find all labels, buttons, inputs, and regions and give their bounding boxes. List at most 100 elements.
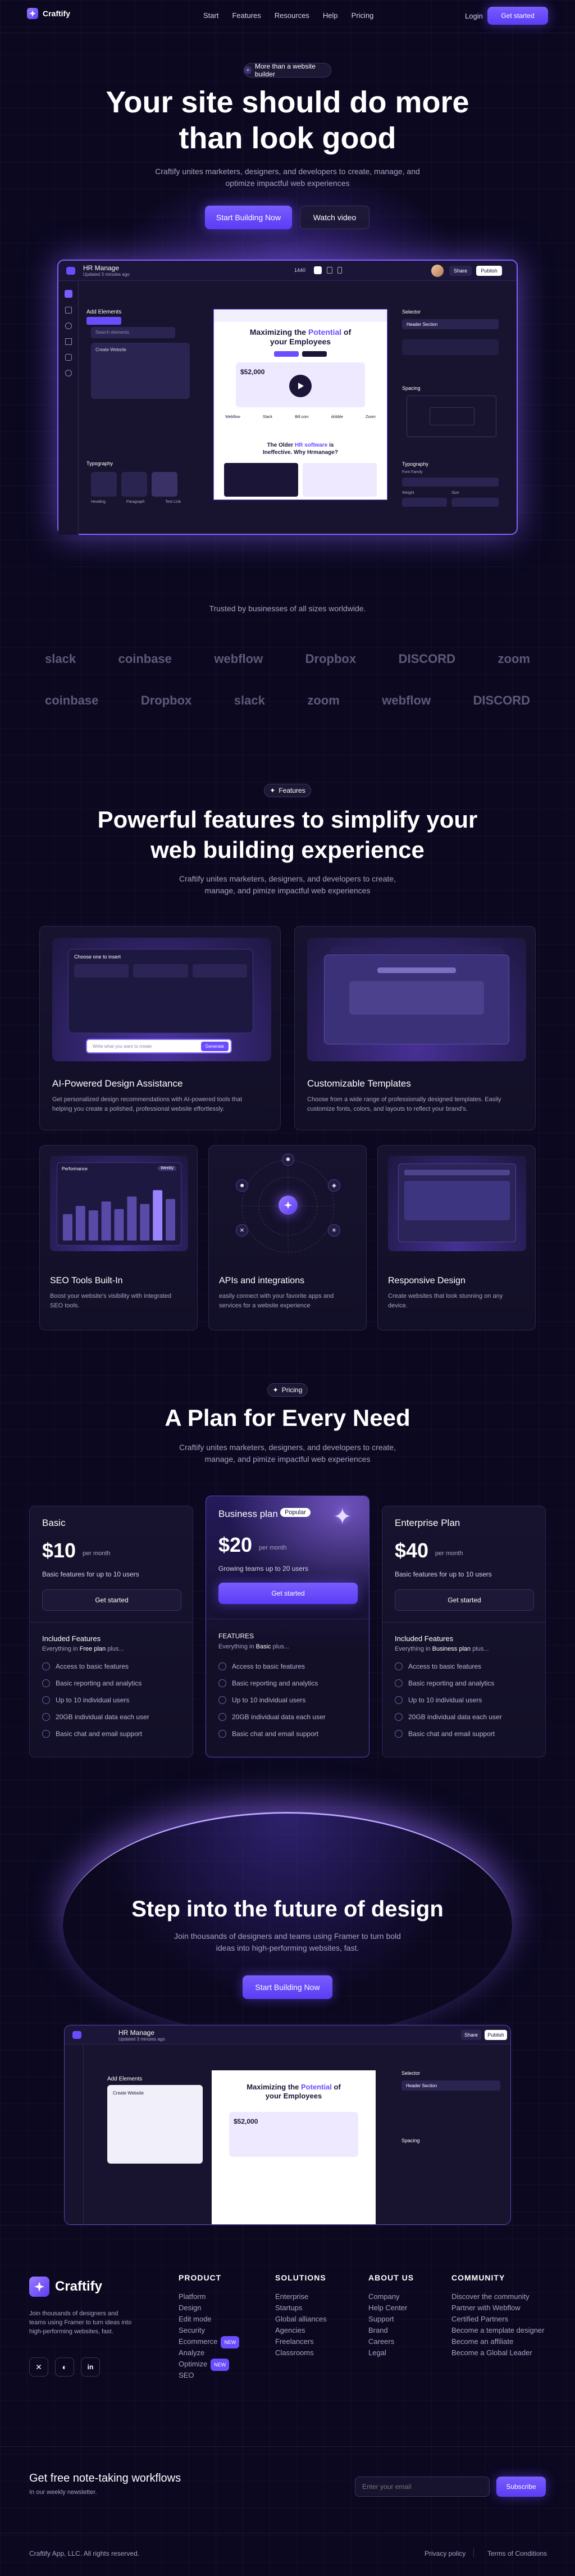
feature-card-seo: Performance Weekly SEO Tools Built-In Bo… bbox=[39, 1145, 198, 1330]
selector-dropdown[interactable]: Header Section bbox=[402, 319, 499, 329]
layers-icon[interactable] bbox=[65, 307, 72, 314]
selector-dropdown[interactable]: Header Section bbox=[401, 2080, 500, 2091]
footer-link[interactable]: Legal bbox=[368, 2347, 414, 2359]
share-button[interactable]: Share bbox=[461, 2030, 481, 2040]
terms-link[interactable]: Terms of Conditions bbox=[487, 2550, 547, 2557]
footer-link[interactable]: Optimize NEW bbox=[179, 2359, 239, 2371]
footer-link[interactable]: Platform bbox=[179, 2291, 239, 2302]
size-input[interactable] bbox=[451, 498, 499, 507]
footer-link[interactable]: Agencies bbox=[275, 2325, 327, 2336]
generate-button[interactable]: Generate bbox=[200, 1041, 229, 1051]
footer-link[interactable]: Design bbox=[179, 2302, 239, 2314]
plan-everything-bold: Business plan bbox=[432, 1646, 471, 1652]
cta-start-building-button[interactable]: Start Building Now bbox=[243, 1975, 332, 1999]
footer-link[interactable]: Help Center bbox=[368, 2302, 414, 2314]
font-family-select[interactable] bbox=[402, 478, 499, 487]
login-link[interactable]: Login bbox=[465, 12, 483, 20]
settings-gear-icon[interactable] bbox=[65, 370, 72, 376]
hero-title-line2: than look good bbox=[179, 121, 396, 155]
apis-desc-line2: services for a website experience bbox=[219, 1302, 311, 1309]
newsletter-email-input[interactable] bbox=[355, 2477, 490, 2497]
subscribe-button[interactable]: Subscribe bbox=[496, 2477, 546, 2497]
footer-link[interactable]: Company bbox=[368, 2291, 414, 2302]
share-button[interactable]: Share bbox=[449, 266, 472, 276]
plan-get-started-button[interactable]: Get started bbox=[42, 1589, 181, 1611]
get-started-button[interactable]: Get started bbox=[487, 7, 548, 25]
watch-video-button[interactable]: Watch video bbox=[300, 206, 369, 229]
seo-title: SEO Tools Built-In bbox=[50, 1276, 123, 1285]
feature-text: Basic reporting and analytics bbox=[408, 1679, 495, 1687]
nav-pricing[interactable]: Pricing bbox=[352, 11, 374, 20]
footer-link[interactable]: Security bbox=[179, 2325, 239, 2336]
footer-brand[interactable]: Craftify bbox=[29, 2277, 102, 2297]
cms-icon[interactable] bbox=[65, 354, 72, 361]
seo-period-pill[interactable]: Weekly bbox=[158, 1166, 176, 1171]
type-heading-tile[interactable] bbox=[91, 472, 117, 497]
footer-link[interactable]: Analyze bbox=[179, 2347, 239, 2359]
x-icon[interactable]: ✕ bbox=[29, 2357, 48, 2377]
seo-panel-title: Performance bbox=[62, 1166, 88, 1171]
type-link-label: Text Link bbox=[165, 500, 181, 504]
editor-width-readout[interactable]: 1440 bbox=[294, 267, 305, 273]
ai-prompt-input[interactable]: Write what you want to create Generate bbox=[86, 1039, 232, 1053]
footer-link[interactable]: Freelancers bbox=[275, 2336, 327, 2347]
ai-tile[interactable] bbox=[133, 964, 188, 978]
play-icon[interactable] bbox=[289, 375, 312, 397]
spacing-box[interactable] bbox=[407, 396, 496, 437]
start-building-button[interactable]: Start Building Now bbox=[205, 206, 292, 229]
avatar[interactable] bbox=[431, 265, 444, 277]
brand-logo[interactable]: Craftify bbox=[27, 8, 70, 19]
nav-start[interactable]: Start bbox=[203, 11, 218, 20]
desktop-icon[interactable] bbox=[314, 266, 322, 274]
footer-link[interactable]: Discover the community bbox=[451, 2291, 544, 2302]
canvas-stat: $52,000 bbox=[240, 368, 265, 376]
ai-tile[interactable] bbox=[74, 964, 129, 978]
type-paragraph-tile[interactable] bbox=[121, 472, 147, 497]
nav-features[interactable]: Features bbox=[232, 11, 261, 20]
footer-link[interactable]: Edit mode bbox=[179, 2314, 239, 2325]
footer-link[interactable]: Become a template designer bbox=[451, 2325, 544, 2336]
editor-canvas[interactable]: Maximizing the Potential of your Employe… bbox=[212, 2070, 376, 2224]
footer-link[interactable]: Brand bbox=[368, 2325, 414, 2336]
footer-link[interactable]: Become a Global Leader bbox=[451, 2347, 544, 2359]
selector-options[interactable] bbox=[402, 339, 499, 355]
footer-link[interactable]: Startups bbox=[275, 2302, 327, 2314]
mobile-icon[interactable] bbox=[337, 267, 342, 274]
check-icon bbox=[395, 1662, 403, 1670]
tablet-icon[interactable] bbox=[327, 267, 332, 274]
nav-help[interactable]: Help bbox=[323, 11, 338, 20]
footer-link[interactable]: Become an affiliate bbox=[451, 2336, 544, 2347]
publish-button[interactable]: Publish bbox=[476, 266, 502, 276]
footer-link[interactable]: Careers bbox=[368, 2336, 414, 2347]
seo-bar bbox=[101, 1201, 111, 1241]
footer-link[interactable]: Classrooms bbox=[275, 2347, 327, 2359]
spacing-label: Spacing bbox=[402, 385, 421, 391]
footer-link[interactable]: Global alliances bbox=[275, 2314, 327, 2325]
nav-resources[interactable]: Resources bbox=[275, 11, 309, 20]
elements-search-input[interactable]: Search elements bbox=[91, 327, 175, 338]
footer-link[interactable]: Support bbox=[368, 2314, 414, 2325]
footer-link[interactable]: SEO bbox=[179, 2370, 239, 2381]
slack-icon: ✳ bbox=[328, 1224, 340, 1237]
check-icon bbox=[395, 1730, 403, 1738]
footer-link[interactable]: Partner with Webflow bbox=[451, 2302, 544, 2314]
linkedin-icon[interactable]: in bbox=[81, 2357, 100, 2377]
publish-button[interactable]: Publish bbox=[485, 2030, 507, 2040]
assets-icon[interactable] bbox=[65, 338, 72, 345]
footer-link[interactable]: Enterprise bbox=[275, 2291, 327, 2302]
plan-get-started-button[interactable]: Get started bbox=[395, 1589, 534, 1611]
add-icon[interactable] bbox=[64, 290, 72, 298]
weight-select[interactable] bbox=[402, 498, 447, 507]
github-icon[interactable]: ◐ bbox=[55, 2357, 74, 2377]
editor-canvas[interactable]: Maximizing the Potential of your Employe… bbox=[213, 309, 387, 500]
pages-icon[interactable] bbox=[65, 322, 72, 329]
footer-link[interactable]: Certified Partners bbox=[451, 2314, 544, 2325]
type-link-tile[interactable] bbox=[152, 472, 177, 497]
brand-mark-icon bbox=[29, 2277, 49, 2297]
footer-link[interactable]: Ecommerce NEW bbox=[179, 2336, 240, 2348]
create-website-card[interactable]: Create Website bbox=[107, 2085, 203, 2164]
plan-get-started-button[interactable]: Get started bbox=[218, 1583, 358, 1604]
create-website-card[interactable]: Create Website bbox=[91, 343, 190, 399]
ai-tile[interactable] bbox=[192, 964, 247, 978]
privacy-link[interactable]: Privacy policy bbox=[425, 2550, 466, 2557]
